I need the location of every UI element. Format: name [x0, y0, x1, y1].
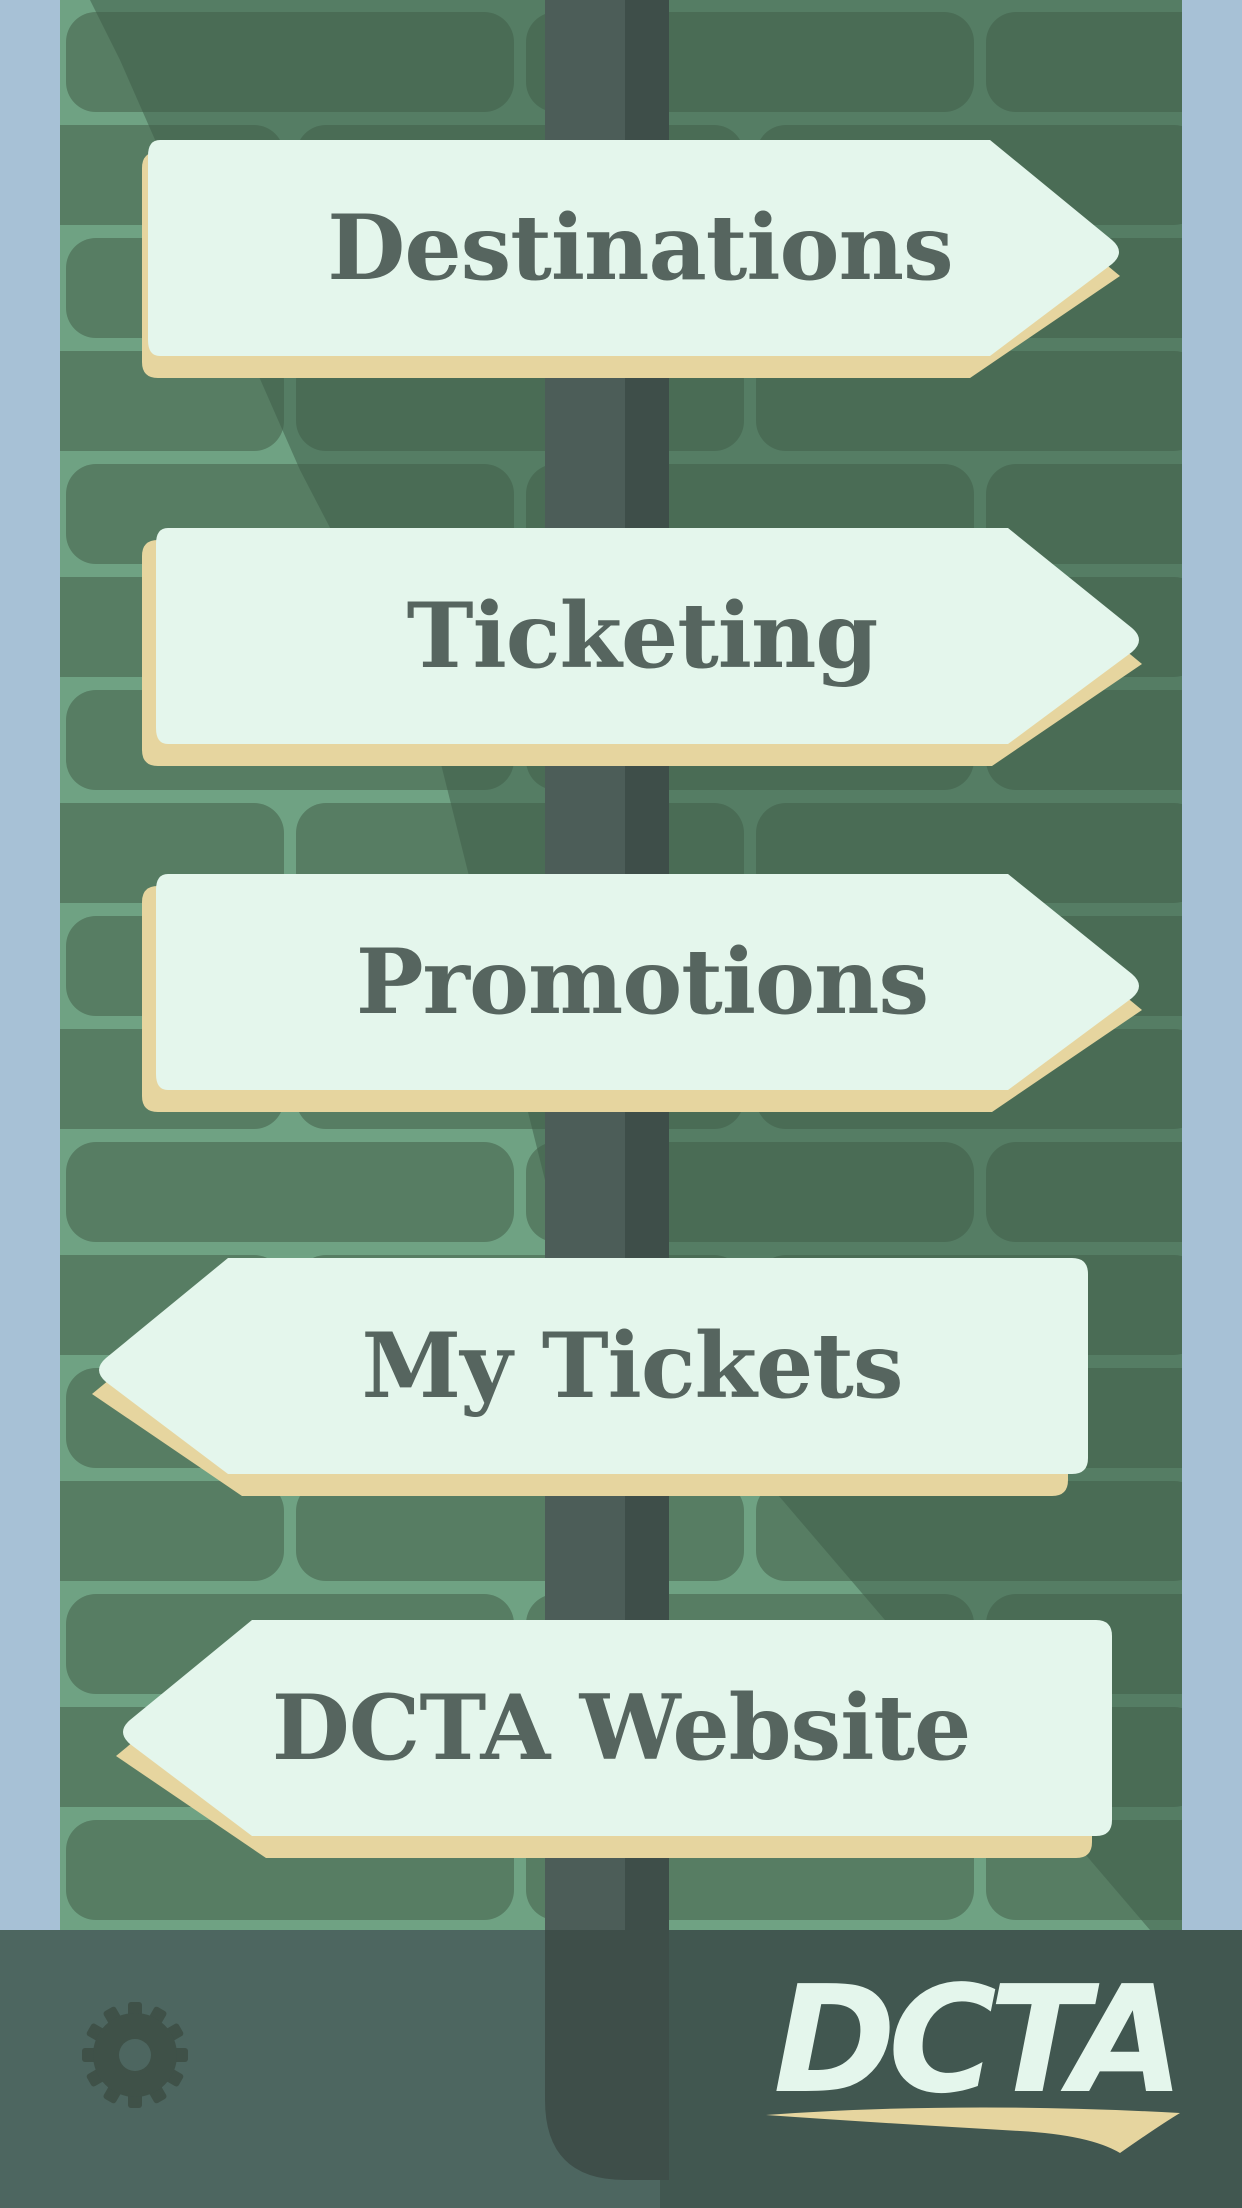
my-tickets-label: My Tickets — [361, 1313, 903, 1419]
promotions-label: Promotions — [355, 929, 929, 1035]
dcta-website-label: DCTA Website — [271, 1675, 972, 1781]
gear-icon[interactable] — [80, 2000, 190, 2110]
destinations-sign-button[interactable]: Destinations — [130, 140, 1130, 380]
main-menu-screen: Destinations Ticketing Promotions My Tic… — [0, 0, 1242, 2208]
destinations-label: Destinations — [327, 195, 953, 301]
dcta-website-sign-button[interactable]: DCTA Website — [116, 1620, 1116, 1860]
my-tickets-sign-button[interactable]: My Tickets — [92, 1258, 1092, 1498]
dcta-logo-text: DCTA — [773, 1954, 1184, 2126]
ticketing-label: Ticketing — [406, 583, 879, 689]
promotions-sign-button[interactable]: Promotions — [142, 874, 1142, 1114]
logo-swoosh-shape — [766, 2107, 1180, 2153]
ticketing-sign-button[interactable]: Ticketing — [142, 528, 1142, 768]
dcta-logo: DCTA — [760, 1954, 1190, 2170]
